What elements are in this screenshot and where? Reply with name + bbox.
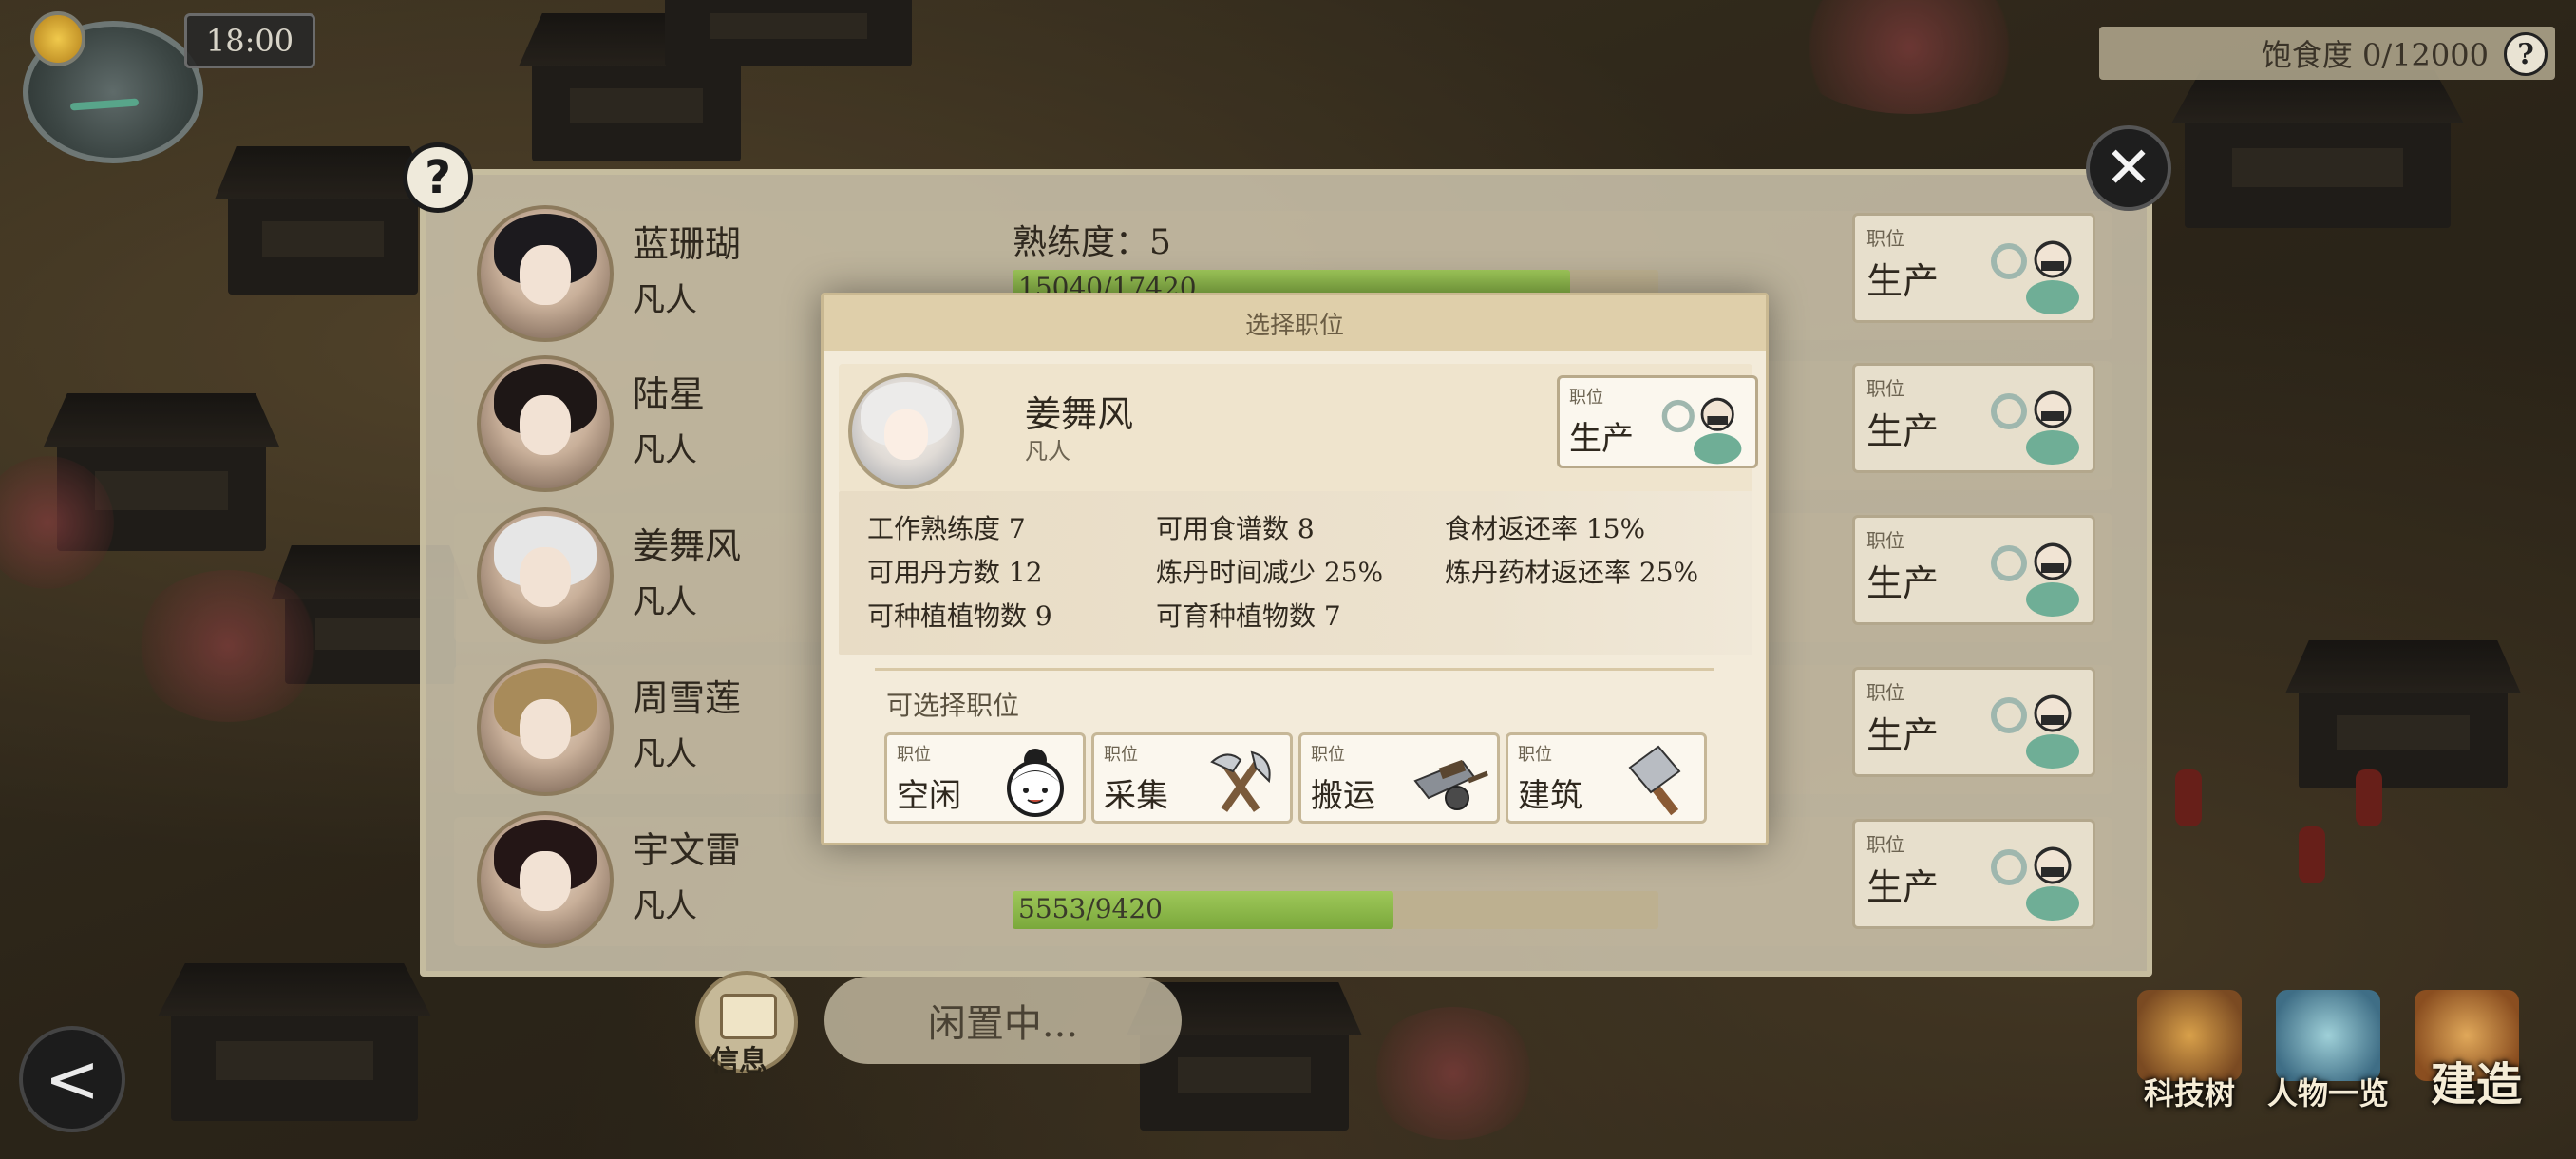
character-name: 周雪莲 [633,677,742,719]
available-jobs-label: 可选择职位 [886,690,1020,721]
stat-item: 可种植植物数 9 [867,600,1052,632]
info-label: 信息 [710,1045,767,1078]
job-label: 空闲 [897,777,961,815]
job-caption: 职位 [1569,388,1603,408]
cart-icon [1413,759,1488,810]
producer-figure-icon [1991,240,2079,314]
selected-character-name: 姜舞风 [1025,393,1134,435]
producer-figure-icon [1991,390,2079,465]
job-label: 生产 [1866,260,1940,302]
character-name: 陆星 [633,373,706,415]
progress-value: 5553/9420 [1018,893,1163,924]
game-clock: 18:00 [184,13,315,68]
job-caption: 职位 [897,745,931,765]
job-stats-panel: 工作熟练度 7 可用食谱数 8 食材返还率 15% 可用丹方数 12 炼丹时间减… [839,491,1752,655]
character-rank: 凡人 [633,887,697,925]
job-label: 生产 [1866,562,1940,604]
character-avatar [477,507,614,644]
job-caption: 职位 [1866,681,1904,704]
job-card-button[interactable]: 职位 生产 [1852,515,2095,625]
stat-item: 可用食谱数 8 [1156,513,1315,544]
job-label: 生产 [1866,866,1940,908]
select-job-modal: 选择职位 姜舞风 凡人 职位 生产 工作熟练度 7 可用食谱数 8 食材返还率 … [821,293,1769,846]
producer-figure-icon [1991,846,2079,921]
build-button[interactable]: 建造 [2405,982,2548,1112]
job-label: 采集 [1104,777,1168,815]
axe-pickaxe-icon [1210,750,1271,812]
panel-close-button[interactable]: ✕ [2086,125,2171,211]
job-card-button[interactable]: 职位 生产 [1852,363,2095,473]
idle-status-pill: 闲置中... [824,977,1182,1064]
build-label: 建造 [2430,1058,2522,1112]
producer-figure-icon [1661,397,1742,465]
tech-tree-button[interactable]: 科技树 [2128,982,2251,1112]
job-label: 搬运 [1311,777,1375,815]
idle-face-icon [1007,749,1064,817]
job-card-button[interactable]: 职位 生产 [1852,213,2095,323]
job-caption: 职位 [1311,745,1345,765]
character-avatar [477,355,614,492]
modal-title: 选择职位 [824,295,1766,351]
character-name: 宇文雷 [633,829,742,871]
character-rank: 凡人 [633,281,697,319]
job-label: 生产 [1569,420,1634,458]
character-rank: 凡人 [633,735,697,773]
satiety-meter: 饱食度 0/12000 ? [2099,27,2555,80]
producer-figure-icon [1991,694,2079,769]
panel-help-button[interactable]: ? [403,142,473,213]
producer-figure-icon [1991,542,2079,617]
stat-item: 食材返还率 15% [1445,513,1646,544]
stat-item: 工作熟练度 7 [867,513,1026,544]
job-option-idle[interactable]: 职位 空闲 [884,732,1086,824]
stat-item: 可育种植物数 7 [1156,600,1341,632]
current-job-card: 职位 生产 [1557,375,1758,468]
stat-item: 炼丹时间减少 25% [1156,557,1384,588]
character-list-label: 人物一览 [2266,1075,2389,1112]
stat-item: 炼丹药材返还率 25% [1445,557,1699,588]
stat-item: 可用丹方数 12 [867,557,1043,588]
job-label: 生产 [1866,410,1940,452]
job-label: 生产 [1866,714,1940,756]
job-caption: 职位 [1104,745,1138,765]
character-name: 姜舞风 [633,525,742,567]
proficiency-label: 熟练度：5 [1013,223,1171,262]
job-caption: 职位 [1518,745,1552,765]
scroll-icon [720,994,777,1039]
job-option-construction[interactable]: 职位 建筑 [1506,732,1707,824]
character-rank: 凡人 [633,583,697,621]
satiety-text: 饱食度 0/12000 [2261,37,2489,73]
character-name: 蓝珊瑚 [633,223,742,265]
job-option-transport[interactable]: 职位 搬运 [1298,732,1500,824]
selected-character-rank: 凡人 [1025,438,1070,465]
selected-character-avatar [848,373,964,489]
selected-character-card: 姜舞风 凡人 职位 生产 [839,364,1758,493]
divider [875,668,1714,671]
character-avatar [477,811,614,948]
character-list-button[interactable]: 人物一览 [2266,982,2390,1112]
job-label: 建筑 [1518,777,1582,815]
satiety-help-button[interactable]: ? [2504,32,2548,76]
hammer-icon [1628,745,1681,816]
job-card-button[interactable]: 职位 生产 [1852,819,2095,929]
character-avatar [477,205,614,342]
job-card-button[interactable]: 职位 生产 [1852,667,2095,777]
character-rank: 凡人 [633,431,697,469]
back-button[interactable]: < [19,1026,125,1132]
sun-icon [30,11,85,66]
job-option-gather[interactable]: 职位 采集 [1091,732,1293,824]
tech-tree-icon [2137,990,2242,1081]
character-list-icon [2276,990,2380,1081]
job-caption: 职位 [1866,227,1904,250]
job-caption: 职位 [1866,833,1904,856]
job-caption: 职位 [1866,377,1904,400]
job-caption: 职位 [1866,529,1904,552]
tech-tree-label: 科技树 [2143,1075,2235,1112]
character-avatar [477,659,614,796]
proficiency-progress-bar: 5553/9420 [1013,891,1658,929]
